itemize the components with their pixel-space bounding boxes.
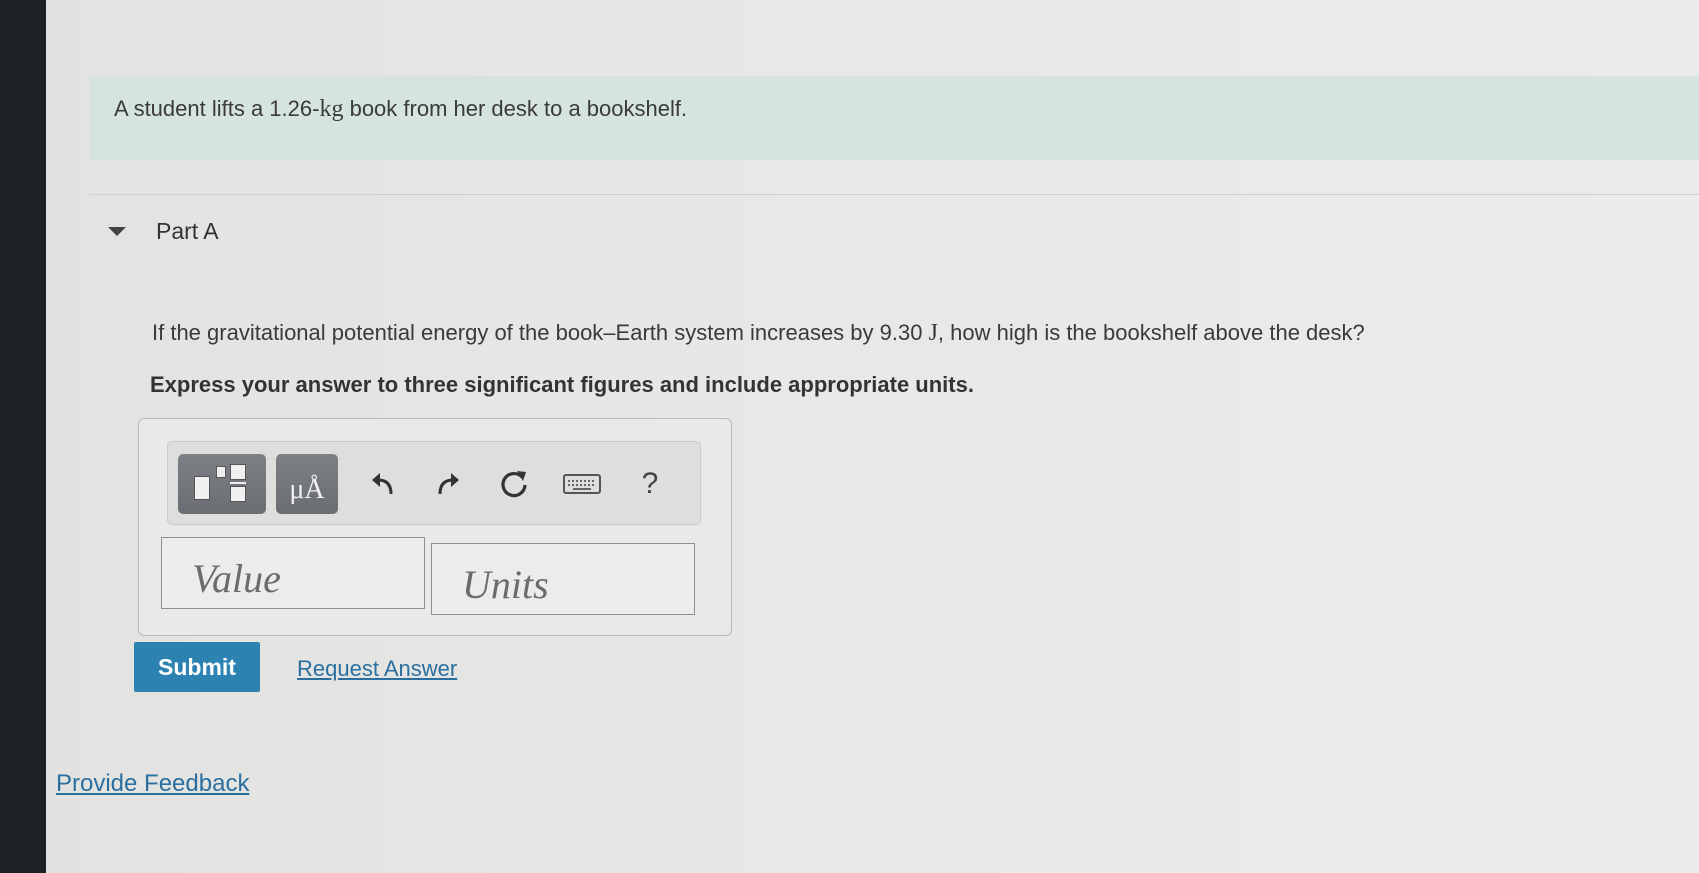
- question-text: If the gravitational potential energy of…: [152, 320, 1365, 347]
- question-suffix: , how high is the bookshelf above the de…: [937, 320, 1365, 345]
- question-prefix: If the gravitational potential energy of…: [152, 320, 929, 345]
- page: A student lifts a 1.26-kg book from her …: [0, 0, 1699, 873]
- units-button[interactable]: μÅ: [276, 454, 338, 514]
- intro-text: A student lifts a 1.26-kg book from her …: [114, 96, 687, 123]
- redo-button[interactable]: [426, 464, 470, 504]
- mass-unit: kg: [319, 96, 344, 122]
- value-input[interactable]: [161, 537, 425, 609]
- keyboard-icon: [563, 474, 601, 494]
- part-a-toggle[interactable]: Part A: [108, 218, 219, 245]
- help-icon: ?: [641, 467, 659, 500]
- section-divider: [90, 194, 1699, 195]
- energy-unit: J: [928, 320, 938, 346]
- answer-box: μÅ ? Value Units: [138, 418, 732, 636]
- intro-suffix: book from her desk to a bookshelf.: [343, 96, 688, 121]
- math-toolbar: μÅ ?: [167, 441, 701, 525]
- units-input[interactable]: [431, 543, 695, 615]
- provide-feedback-link[interactable]: Provide Feedback: [56, 770, 249, 798]
- templates-button[interactable]: [178, 454, 266, 514]
- undo-button[interactable]: [361, 464, 405, 504]
- screen-bezel: [0, 0, 46, 873]
- help-button[interactable]: ?: [628, 464, 672, 504]
- units-icon: μÅ: [289, 474, 325, 505]
- redo-icon: [438, 473, 459, 495]
- answer-instruction: Express your answer to three significant…: [150, 372, 974, 397]
- problem-intro: A student lifts a 1.26-kg book from her …: [90, 76, 1699, 160]
- keyboard-button[interactable]: [560, 464, 604, 504]
- request-answer-link[interactable]: Request Answer: [297, 656, 457, 682]
- collapse-triangle-icon: [108, 227, 126, 236]
- reset-icon: [501, 471, 527, 498]
- part-title: Part A: [156, 218, 219, 244]
- intro-prefix: A student lifts a 1.26-: [114, 96, 320, 121]
- submit-button[interactable]: Submit: [134, 642, 260, 692]
- undo-icon: [372, 473, 393, 495]
- reset-button[interactable]: [492, 464, 536, 504]
